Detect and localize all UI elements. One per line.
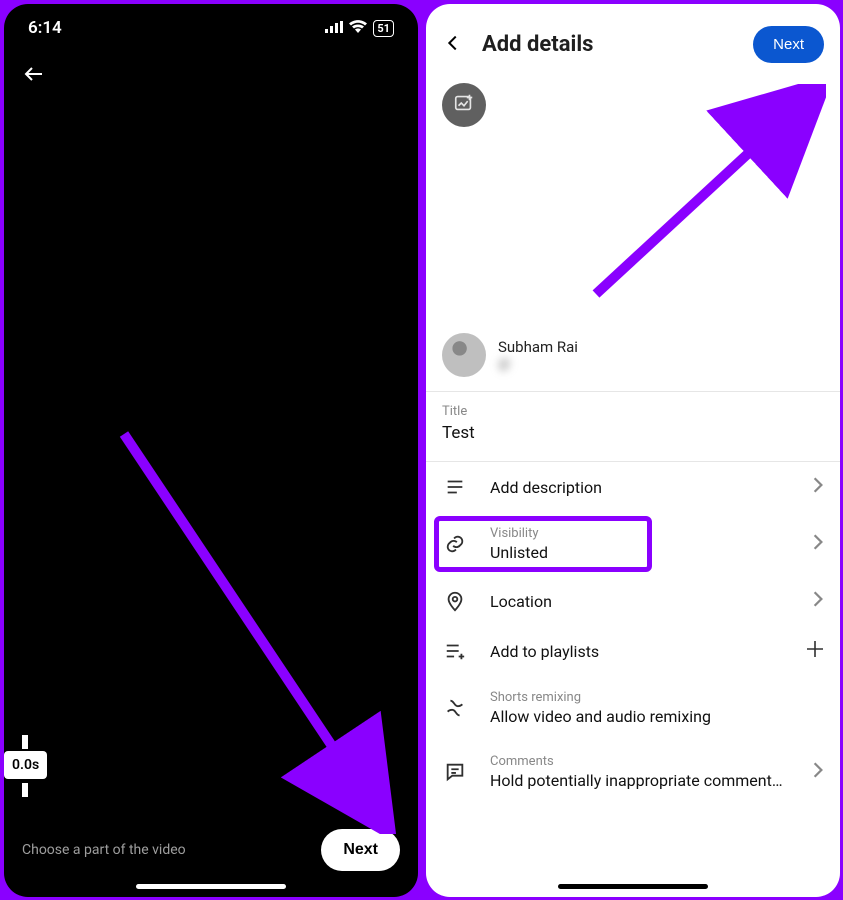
option-comments[interactable]: Comments Hold potentially inappropriate … <box>426 740 840 804</box>
phone-right-details-screen: Add details Next Subham Rai @ Title Test… <box>426 4 840 897</box>
option-label: Add description <box>490 478 790 497</box>
option-sublabel: Shorts remixing <box>490 690 824 705</box>
next-button[interactable]: Next <box>321 829 400 871</box>
option-playlists[interactable]: Add to playlists <box>426 626 840 676</box>
chevron-right-icon <box>812 533 824 555</box>
timecode-handle[interactable]: 0.0s <box>4 751 47 779</box>
comments-icon <box>442 761 468 783</box>
option-label: Add to playlists <box>490 642 784 661</box>
option-description[interactable]: Add description <box>426 462 840 512</box>
title-field[interactable]: Title Test <box>426 392 840 461</box>
profile-row: Subham Rai @ <box>426 321 840 391</box>
remix-icon <box>442 697 468 719</box>
profile-name: Subham Rai <box>498 338 578 356</box>
avatar <box>442 333 486 377</box>
wifi-icon <box>349 18 367 38</box>
next-button[interactable]: Next <box>753 26 824 63</box>
profile-handle: @ <box>498 356 578 372</box>
battery-icon: 51 <box>373 20 394 37</box>
annotation-highlight <box>434 516 652 572</box>
page-title: Add details <box>482 32 593 57</box>
status-right: 51 <box>325 18 394 38</box>
option-location[interactable]: Location <box>426 576 840 626</box>
plus-icon <box>806 640 824 662</box>
back-arrow-icon[interactable] <box>22 71 46 90</box>
location-icon <box>442 590 468 612</box>
status-time: 6:14 <box>28 18 62 38</box>
image-add-icon <box>453 92 475 118</box>
thumbnail-placeholder-button[interactable] <box>442 83 486 127</box>
option-label: Location <box>490 592 790 611</box>
trim-tick <box>22 783 28 797</box>
annotation-arrow <box>114 424 404 834</box>
back-icon[interactable] <box>442 32 464 58</box>
chevron-right-icon <box>812 476 824 498</box>
trim-tick <box>22 735 28 749</box>
description-icon <box>442 476 468 498</box>
phone-left-trim-screen: 6:14 51 0.0s Choose a part of the video … <box>4 4 418 897</box>
status-bar: 6:14 51 <box>4 4 418 38</box>
option-value: Allow video and audio remixing <box>490 707 824 726</box>
option-value: Hold potentially inappropriate comments … <box>490 771 790 790</box>
chevron-right-icon <box>812 590 824 612</box>
option-sublabel: Comments <box>490 754 790 769</box>
playlist-add-icon <box>442 640 468 662</box>
title-label: Title <box>442 404 824 419</box>
header: Add details Next <box>426 4 840 73</box>
option-remix[interactable]: Shorts remixing Allow video and audio re… <box>426 676 840 740</box>
footer-hint: Choose a part of the video <box>22 842 186 858</box>
chevron-right-icon <box>812 761 824 783</box>
home-indicator <box>136 884 286 889</box>
title-value: Test <box>442 423 824 443</box>
home-indicator <box>558 884 708 889</box>
option-visibility[interactable]: Visibility Unlisted <box>426 512 840 576</box>
annotation-arrow <box>576 84 826 314</box>
nav-back-row <box>4 38 418 90</box>
cellular-icon <box>325 18 343 38</box>
